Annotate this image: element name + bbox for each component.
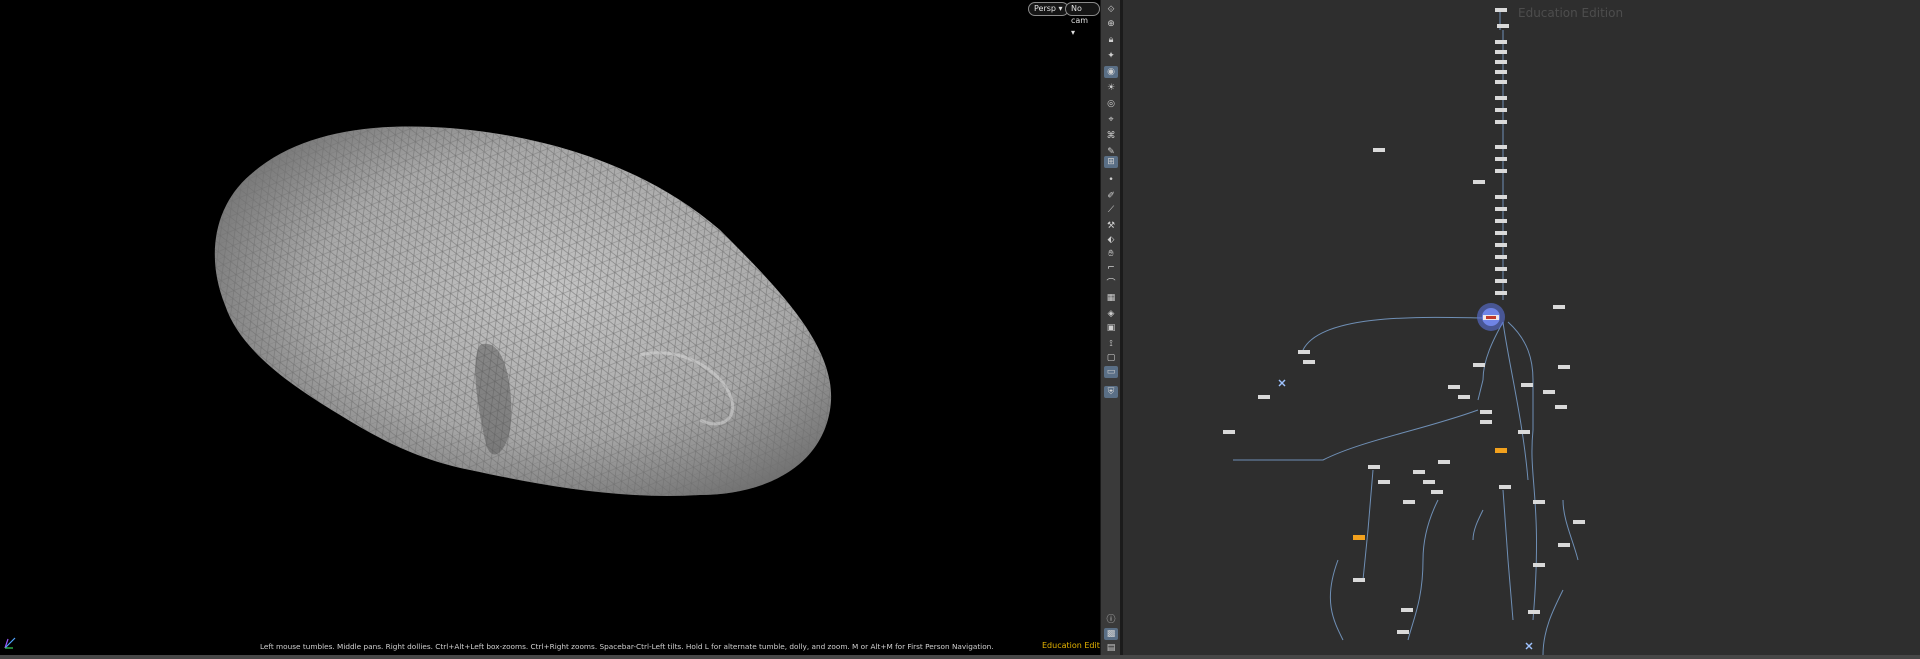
bone-icon[interactable]: ⟟ — [1104, 338, 1118, 350]
camera-icon[interactable]: ▭ — [1104, 366, 1118, 378]
bulb-icon[interactable]: ◎ — [1104, 98, 1118, 110]
transform-icon[interactable]: ⊕ — [1104, 18, 1118, 30]
shield-icon[interactable]: ⛨ — [1104, 386, 1118, 398]
axis-gizmo-icon — [4, 637, 16, 649]
pin-icon[interactable]: ⌖ — [1104, 114, 1118, 126]
sculpt-icon[interactable]: ⚒ — [1104, 220, 1118, 232]
measure-icon[interactable]: ⊞ — [1104, 156, 1118, 168]
hand-icon[interactable]: ✋︎ — [1104, 248, 1118, 260]
node-network-editor[interactable]: Education Edition — [1123, 0, 1920, 655]
cube-icon[interactable]: ▢ — [1104, 352, 1118, 364]
curve-icon[interactable]: ⌒ — [1104, 278, 1118, 290]
lock-icon[interactable]: 🔒︎ — [1104, 34, 1118, 46]
display-icon[interactable]: ▤ — [1104, 642, 1118, 654]
flip-icon[interactable]: ◈ — [1104, 308, 1118, 320]
knife-icon[interactable]: ⟋ — [1104, 204, 1118, 216]
ruler-icon[interactable]: ⌐ — [1104, 262, 1118, 274]
snap-icon[interactable]: ⌘ — [1104, 130, 1118, 142]
view-icon[interactable]: ◉ — [1104, 66, 1118, 78]
triangulated-mesh[interactable] — [0, 0, 1100, 655]
paint-icon[interactable]: ⬖ — [1104, 234, 1118, 246]
network-watermark: Education Edition — [1518, 6, 1624, 20]
status-bar — [0, 655, 1920, 659]
navigation-hint: Left mouse tumbles. Middle pans. Right d… — [260, 642, 994, 651]
info-icon[interactable]: ⓘ — [1104, 614, 1118, 626]
dot-icon[interactable]: • — [1104, 174, 1118, 186]
node-graph — [1223, 8, 1585, 655]
handle-icon[interactable]: ✦ — [1104, 50, 1118, 62]
grid-icon[interactable]: ▦ — [1104, 292, 1118, 304]
education-edition-label: Education Edition — [1042, 641, 1100, 650]
viewport-toolbar: ⟐ ⊕ 🔒︎ ✦ ◉ ☀ ◎ ⌖ ⌘ ✎ ⊞ • ✐ ⟋ ⚒ ⬖ ✋︎ ⌐ ⌒ … — [1100, 0, 1122, 659]
select-icon[interactable]: ⟐ — [1104, 4, 1118, 16]
layout-icon[interactable]: ▩ — [1104, 628, 1118, 640]
light-icon[interactable]: ☀ — [1104, 82, 1118, 94]
pen-icon[interactable]: ✐ — [1104, 190, 1118, 202]
image-icon[interactable]: ▣ — [1104, 322, 1118, 334]
scene-viewport[interactable]: Persp ▾ No cam ▾ Left mouse tumbles. Mid… — [0, 0, 1100, 655]
